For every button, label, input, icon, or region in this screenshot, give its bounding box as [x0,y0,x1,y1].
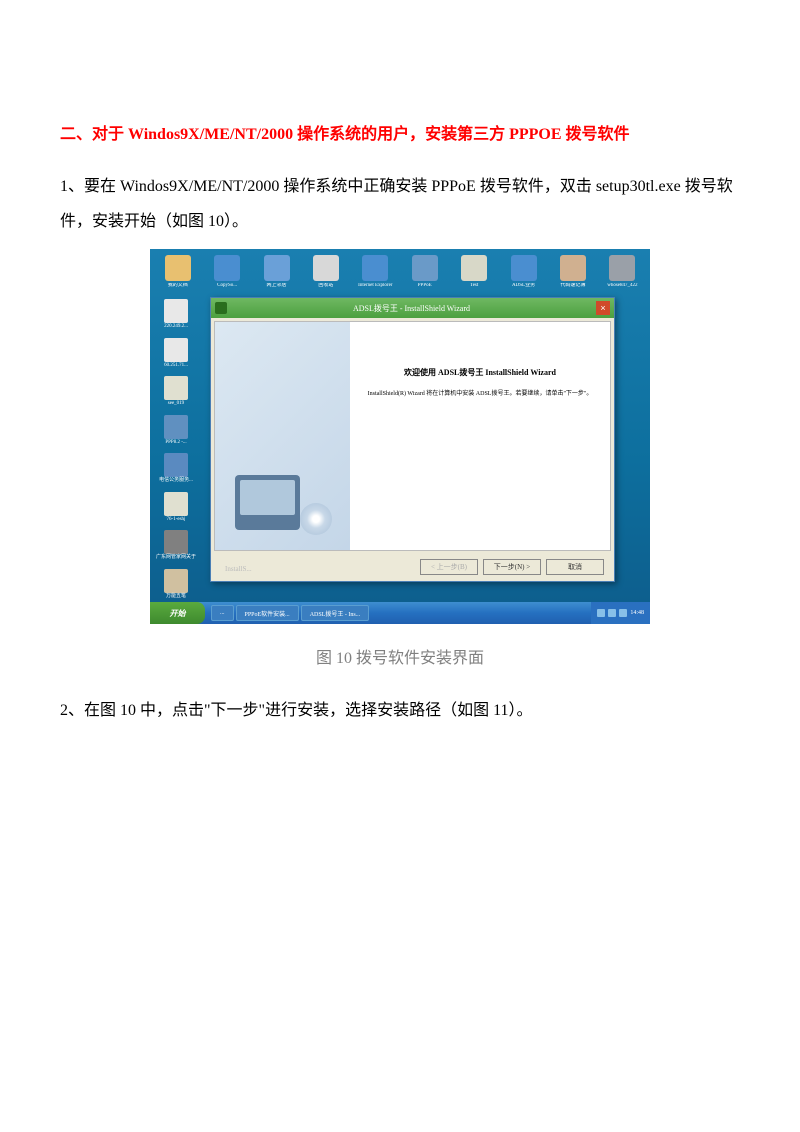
app-icon [164,492,188,516]
tray-icon [619,609,627,617]
monitor-icon [235,475,300,530]
next-button[interactable]: 下一步(N) > [483,559,541,575]
app-icon [214,255,240,281]
icon-label: Test [454,283,493,289]
taskbar-items: ...PPPoE软件安装...ADSL拨号王 - Ins... [211,605,369,621]
wizard-description: InstallShield(R) Wizard 将在计算机中安装 ADSL拨号王… [364,390,596,398]
taskbar-clock: 14:48 [630,610,644,616]
desktop-icon[interactable]: CopySo... [207,255,246,289]
tray-icon [597,609,605,617]
taskbar: 开始 ...PPPoE软件安装...ADSL拨号王 - Ins... 14:48 [150,602,650,624]
wizard-side-graphic [215,322,350,550]
wizard-content: 欢迎使用 ADSL拨号王 InstallShield Wizard Instal… [350,322,610,550]
app-icon [164,415,188,439]
desktop-icon[interactable]: whose847_422 [603,255,642,289]
desktop-icon[interactable]: 代码速记簿 [553,255,592,289]
close-icon[interactable]: × [596,301,610,315]
desktop-icon[interactable]: Internet Explorer [356,255,395,289]
app-icon [412,255,438,281]
desktop-background: 我的文档 CopySo... 网上邻居 回收站 Internet Explorer PPP… [150,249,650,602]
paragraph-2: 2、在图 10 中，点击"下一步"进行安装，选择安装路径（如图 11）。 [60,693,740,728]
wizard-app-icon [215,302,227,314]
icon-label: 电信公务服务... [159,478,193,484]
paragraph-1: 1、要在 Windos9X/ME/NT/2000 操作系统中正确安装 PPPoE… [60,169,740,239]
desktop-icon[interactable]: 220.249.2... [154,299,198,330]
icon-label: 220.249.2... [164,324,188,330]
start-button[interactable]: 开始 [150,602,205,624]
app-icon [165,255,191,281]
desktop-icon[interactable]: Test [454,255,493,289]
app-icon [264,255,290,281]
desktop-icon[interactable]: ADSL业务 [504,255,543,289]
wizard-welcome-heading: 欢迎使用 ADSL拨号王 InstallShield Wizard [364,367,596,378]
tray-icon [608,609,616,617]
icon-label: PPPoE [405,283,444,289]
wizard-title-text: ADSL拨号王 - InstallShield Wizard [231,303,592,314]
taskbar-item[interactable]: ... [211,605,234,621]
desktop-icon[interactable]: 电信公务服务... [154,453,198,484]
desktop-icon[interactable]: PPP8.2 -... [154,415,198,446]
icon-label: CopySo... [207,283,246,289]
app-icon [560,255,586,281]
app-icon [313,255,339,281]
section-heading: 二、对于 Windos9X/ME/NT/2000 操作系统的用户，安装第三方 P… [60,120,740,144]
installshield-label: InstallS... [225,565,252,573]
wizard-body: 欢迎使用 ADSL拨号王 InstallShield Wizard Instal… [214,321,611,551]
desktop-icon[interactable]: 76-1-eshj [154,492,198,523]
app-icon [164,453,188,477]
embedded-screenshot: 我的文档 CopySo... 网上邻居 回收站 Internet Explorer PPP… [150,249,650,624]
desktop-icon[interactable]: 60.251.71... [154,338,198,369]
desktop-left-column: 220.249.2... 60.251.71... see_019 PPP8.2 -.… [154,299,198,599]
desktop-icon[interactable]: 回收站 [306,255,345,289]
figure-caption: 图 10 拨号软件安装界面 [60,644,740,668]
icon-label: 76-1-eshj [167,517,186,523]
screenshot-container: 我的文档 CopySo... 网上邻居 回收站 Internet Explorer PPP… [60,249,740,629]
wizard-titlebar: ADSL拨号王 - InstallShield Wizard × [211,298,614,318]
desktop-icon[interactable]: 广东网管家网关于 [154,530,198,561]
app-icon [511,255,537,281]
install-wizard-window: ADSL拨号王 - InstallShield Wizard × 欢迎使用 AD… [210,297,615,582]
desktop-icon[interactable]: 万能五笔 [154,569,198,600]
wizard-button-row: < 上一步(B) 下一步(N) > 取消 [420,559,604,575]
icon-label: PPP8.2 -... [165,440,186,446]
desktop-icon[interactable]: 我的文档 [158,255,197,289]
icon-label: see_019 [168,401,184,407]
icon-label: 代码速记簿 [553,283,592,289]
app-icon [164,376,188,400]
icon-label: ADSL业务 [504,283,543,289]
app-icon [362,255,388,281]
app-icon [164,338,188,362]
app-icon [609,255,635,281]
app-icon [164,569,188,593]
icon-label: 万能五笔 [166,594,186,600]
desktop-icon-row: 我的文档 CopySo... 网上邻居 回收站 Internet Explorer PPP… [158,255,642,289]
icon-label: Internet Explorer [356,283,395,289]
app-icon [164,299,188,323]
system-tray: 14:48 [591,602,650,624]
taskbar-item[interactable]: ADSL拨号王 - Ins... [301,605,370,621]
desktop-icon[interactable]: PPPoE [405,255,444,289]
icon-label: 我的文档 [158,283,197,289]
app-icon [461,255,487,281]
cd-icon [300,503,332,535]
back-button[interactable]: < 上一步(B) [420,559,478,575]
app-icon [164,530,188,554]
icon-label: 回收站 [306,283,345,289]
desktop-icon[interactable]: see_019 [154,376,198,407]
cancel-button[interactable]: 取消 [546,559,604,575]
icon-label: 网上邻居 [257,283,296,289]
icon-label: whose847_422 [603,283,642,289]
icon-label: 60.251.71... [164,363,188,369]
desktop-icon[interactable]: 网上邻居 [257,255,296,289]
taskbar-item[interactable]: PPPoE软件安装... [236,605,299,621]
icon-label: 广东网管家网关于 [156,555,196,561]
